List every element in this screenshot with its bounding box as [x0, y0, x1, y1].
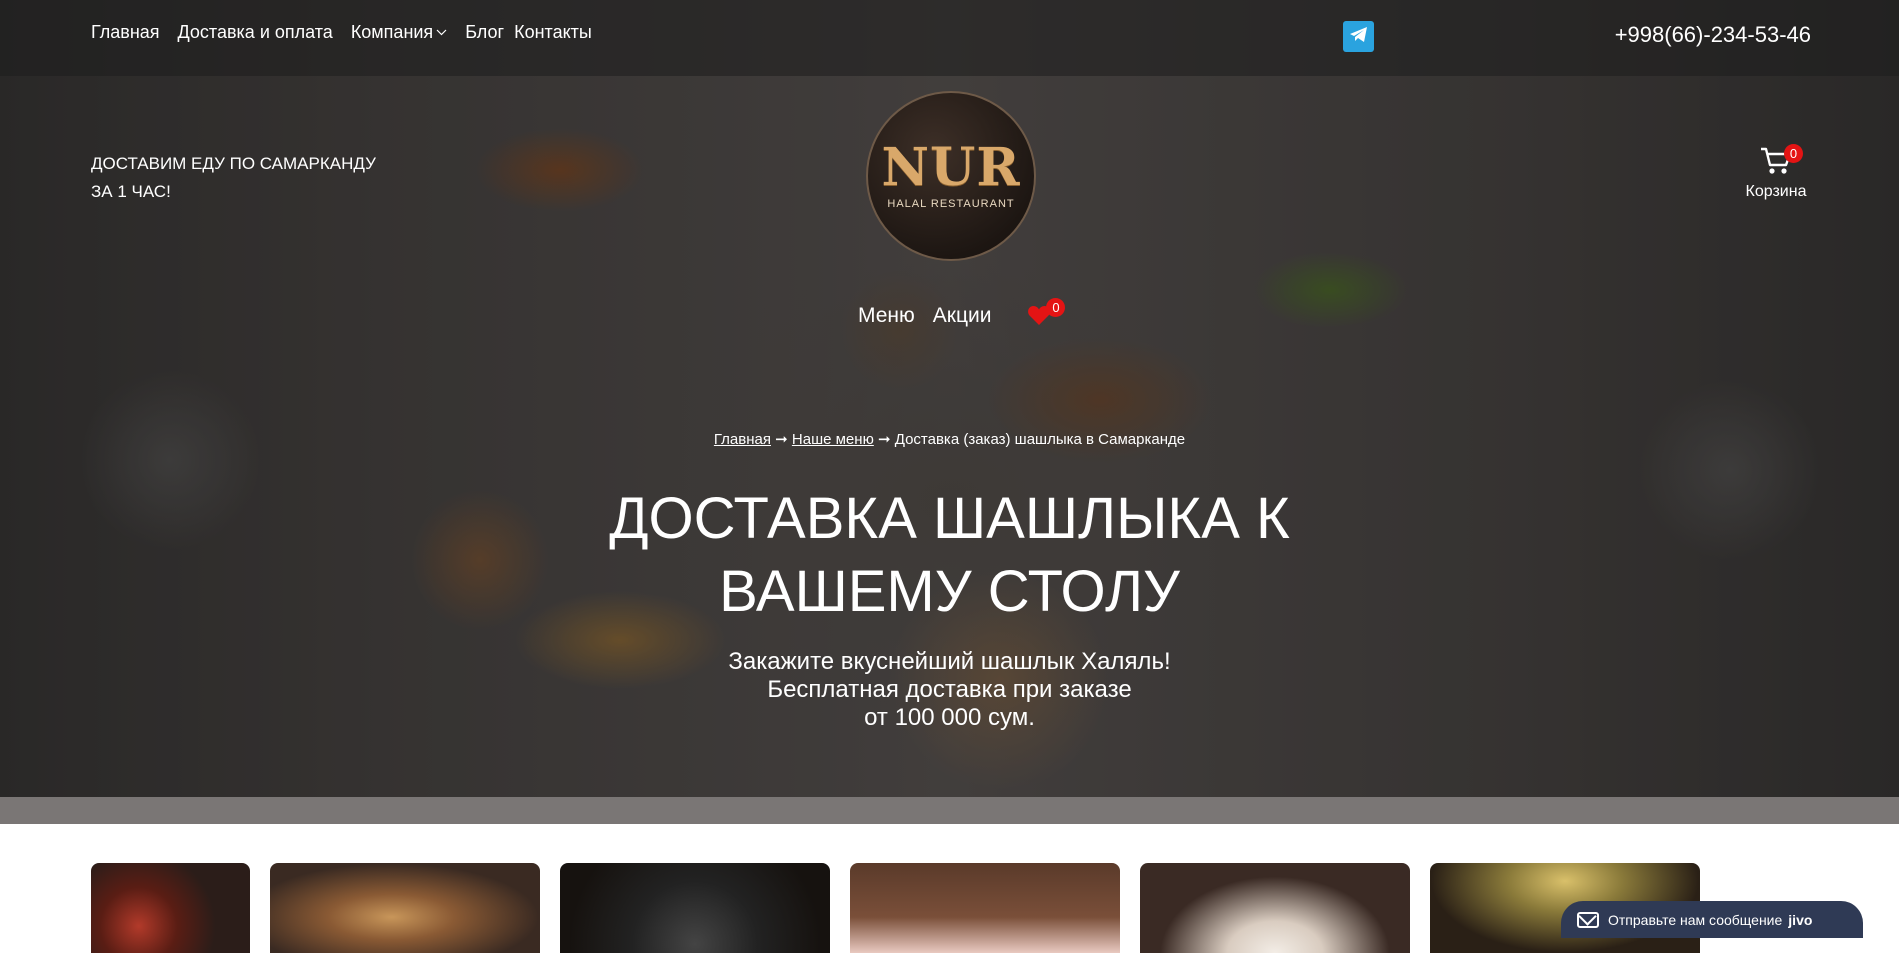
nav-item-menu[interactable]: Меню — [858, 304, 915, 328]
tagline-line-1: ДОСТАВИМ ЕДУ ПО САМАРКАНДУ — [91, 154, 376, 173]
hero-subtitle-line-2: Бесплатная доставка при заказе — [767, 676, 1132, 703]
logo-subtitle: HALAL RESTAURANT — [887, 198, 1015, 210]
breadcrumb-separator: ➞ — [775, 431, 788, 448]
breadcrumb-menu[interactable]: Наше меню — [792, 431, 874, 448]
cart-button[interactable]: 0 Корзина — [1741, 144, 1811, 201]
favorites-button[interactable]: 0 — [1027, 298, 1066, 328]
chat-widget-label: Отправьте нам сообщение — [1608, 911, 1783, 928]
chat-widget-button[interactable]: Отправьте нам сообщение jivo — [1561, 901, 1863, 938]
product-card-image[interactable] — [850, 863, 1120, 953]
product-card-image[interactable] — [270, 863, 540, 953]
top-navigation-bar: Главная Доставка и оплата Компания Блог … — [0, 0, 1899, 76]
nav-item-home[interactable]: Главная — [91, 22, 160, 43]
chevron-down-icon — [436, 27, 447, 39]
breadcrumb-home[interactable]: Главная — [714, 431, 771, 448]
restaurant-logo[interactable]: NUR HALAL RESTAURANT — [866, 91, 1036, 261]
nav-item-company-label: Компания — [350, 22, 434, 42]
page-title: ДОСТАВКА ШАШЛЫКА К ВАШЕМУ СТОЛУ — [0, 482, 1899, 628]
hero-subtitle-line-1: Закажите вкуснейший шашлык Халяль! — [728, 648, 1171, 675]
hero-subtitle: Закажите вкуснейший шашлык Халяль! Беспл… — [0, 648, 1899, 732]
secondary-nav: Меню Акции 0 — [858, 298, 1066, 328]
tagline-line-2: ЗА 1 ЧАС! — [91, 182, 171, 201]
nav-item-contacts[interactable]: Контакты — [514, 22, 592, 43]
product-card-image[interactable] — [91, 863, 250, 953]
breadcrumb-current: Доставка (заказ) шашлыка в Самарканде — [894, 431, 1186, 448]
phone-link[interactable]: +998(66)-234-53-46 — [1615, 22, 1811, 48]
cart-count-badge: 0 — [1784, 144, 1803, 163]
nav-item-blog[interactable]: Блог — [465, 22, 504, 43]
product-cards-row — [91, 863, 1700, 953]
product-card-image[interactable] — [1140, 863, 1410, 953]
delivery-tagline: ДОСТАВИМ ЕДУ ПО САМАРКАНДУ ЗА 1 ЧАС! — [91, 150, 411, 206]
hero-bottom-band — [0, 797, 1899, 824]
hero-subtitle-line-3: от 100 000 сум. — [864, 704, 1035, 731]
nav-item-promotions[interactable]: Акции — [933, 304, 992, 328]
envelope-icon — [1577, 911, 1599, 928]
chat-widget-brand: jivo — [1788, 911, 1813, 928]
breadcrumb-separator: ➞ — [878, 431, 891, 448]
page-title-line-1: ДОСТАВКА ШАШЛЫКА К — [609, 486, 1290, 551]
nav-item-delivery[interactable]: Доставка и оплата — [178, 22, 333, 43]
telegram-icon — [1349, 26, 1369, 48]
breadcrumb: Главная ➞ Наше меню ➞ Доставка (заказ) ш… — [0, 430, 1899, 448]
logo-wordmark: NUR — [881, 137, 1021, 198]
telegram-button[interactable] — [1343, 21, 1374, 52]
main-nav: Главная Доставка и оплата Компания Блог … — [91, 22, 592, 43]
cart-label: Корзина — [1745, 183, 1807, 200]
page-title-line-2: ВАШЕМУ СТОЛУ — [719, 559, 1180, 624]
cart-icon: 0 — [1759, 144, 1803, 176]
product-card-image[interactable] — [560, 863, 830, 953]
nav-item-company[interactable]: Компания — [351, 22, 447, 43]
